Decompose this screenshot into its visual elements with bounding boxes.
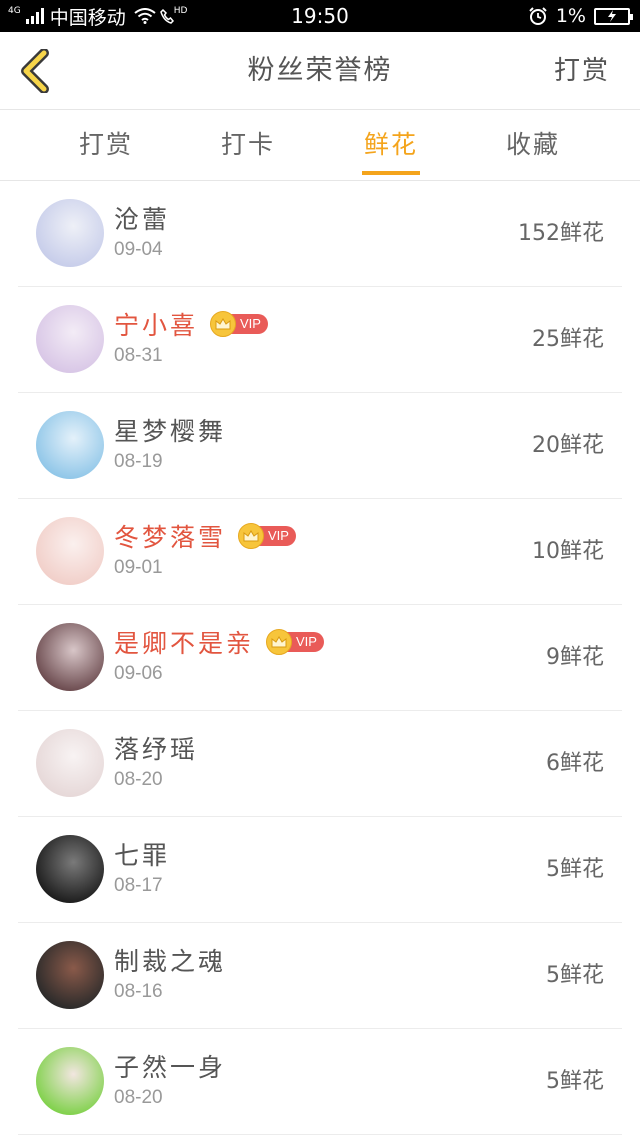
name-line: 制裁之魂 [114, 943, 226, 977]
flower-count: 20鲜花 [532, 433, 604, 458]
list-item[interactable]: 制裁之魂 08-16 5鲜花 [18, 923, 622, 1029]
alarm-icon [528, 6, 548, 26]
tab-favorites[interactable]: 收藏 [504, 111, 562, 181]
avatar[interactable] [36, 941, 104, 1009]
name-line: 宁小喜 VIP [114, 307, 268, 341]
flower-count: 5鲜花 [546, 857, 604, 882]
name-line: 是卿不是亲 VIP [114, 625, 324, 659]
user-name[interactable]: 星梦樱舞 [114, 412, 226, 448]
date-label: 09-01 [114, 557, 163, 578]
list-item[interactable]: 七罪 08-17 5鲜花 [18, 817, 622, 923]
user-name[interactable]: 是卿不是亲 [114, 624, 254, 660]
list-item[interactable]: 子然一身 08-20 5鲜花 [18, 1029, 622, 1135]
crown-icon [210, 311, 237, 337]
list-item[interactable]: 沧蕾 09-04 152鲜花 [18, 181, 622, 287]
date-label: 08-16 [114, 981, 163, 1002]
date-label: 09-06 [114, 663, 163, 684]
avatar[interactable] [36, 835, 104, 903]
list-item[interactable]: 是卿不是亲 VIP 09-06 9鲜花 [18, 605, 622, 711]
avatar[interactable] [36, 623, 104, 691]
name-line: 落纾瑶 [114, 731, 198, 765]
name-line: 子然一身 [114, 1049, 226, 1083]
tab-reward[interactable]: 打赏 [78, 111, 134, 181]
vip-badge: VIP [238, 523, 296, 549]
user-name[interactable]: 制裁之魂 [114, 942, 226, 978]
user-name[interactable]: 落纾瑶 [114, 730, 198, 766]
flower-count: 6鲜花 [546, 751, 604, 776]
tab-bar: 打赏 打卡 鲜花 收藏 [0, 111, 640, 181]
battery-charging-icon [594, 7, 633, 25]
flower-count: 5鲜花 [546, 963, 604, 988]
reward-button[interactable]: 打赏 [554, 32, 610, 110]
avatar[interactable] [36, 1047, 104, 1115]
date-label: 08-17 [114, 875, 163, 896]
tab-checkin[interactable]: 打卡 [220, 111, 276, 181]
battery-percent: 1% [555, 5, 586, 27]
crown-icon [238, 523, 265, 549]
list-item[interactable]: 冬梦落雪 VIP 09-01 10鲜花 [18, 499, 622, 605]
date-label: 08-31 [114, 345, 163, 366]
avatar[interactable] [36, 517, 104, 585]
tab-flowers[interactable]: 鲜花 [362, 111, 420, 181]
status-bar: 4G 中国移动 HD 19:50 1% [0, 0, 640, 32]
user-name[interactable]: 冬梦落雪 [114, 518, 226, 554]
user-name[interactable]: 沧蕾 [114, 200, 170, 236]
name-line: 星梦樱舞 [114, 413, 226, 447]
nav-header: 粉丝荣誉榜 打赏 [0, 32, 640, 110]
avatar[interactable] [36, 305, 104, 373]
page-title: 粉丝荣誉榜 [247, 55, 393, 86]
name-line: 冬梦落雪 VIP [114, 519, 296, 553]
name-line: 七罪 [114, 837, 170, 871]
list-item[interactable]: 落纾瑶 08-20 6鲜花 [18, 711, 622, 817]
flower-count: 25鲜花 [532, 327, 604, 352]
vip-badge: VIP [266, 629, 324, 655]
date-label: 09-04 [114, 239, 163, 260]
name-line: 沧蕾 [114, 201, 170, 235]
flower-count: 5鲜花 [546, 1069, 604, 1094]
user-name[interactable]: 七罪 [114, 836, 170, 872]
vip-badge: VIP [210, 311, 268, 337]
list-item[interactable]: 星梦樱舞 08-19 20鲜花 [18, 393, 622, 499]
flower-count: 10鲜花 [532, 539, 604, 564]
avatar[interactable] [36, 411, 104, 479]
status-right: 1% [528, 0, 633, 32]
avatar[interactable] [36, 199, 104, 267]
date-label: 08-20 [114, 769, 163, 790]
crown-icon [266, 629, 293, 655]
avatar[interactable] [36, 729, 104, 797]
flower-count: 9鲜花 [546, 645, 604, 670]
flower-count: 152鲜花 [518, 221, 604, 246]
user-name[interactable]: 子然一身 [114, 1048, 226, 1084]
date-label: 08-19 [114, 451, 163, 472]
date-label: 08-20 [114, 1087, 163, 1108]
list-item[interactable]: 宁小喜 VIP 08-31 25鲜花 [18, 287, 622, 393]
user-name[interactable]: 宁小喜 [114, 306, 198, 342]
fan-ranking-list: 沧蕾 09-04 152鲜花宁小喜 VIP 08-31 25鲜花星梦樱舞 08-19 20鲜花… [0, 181, 640, 1135]
